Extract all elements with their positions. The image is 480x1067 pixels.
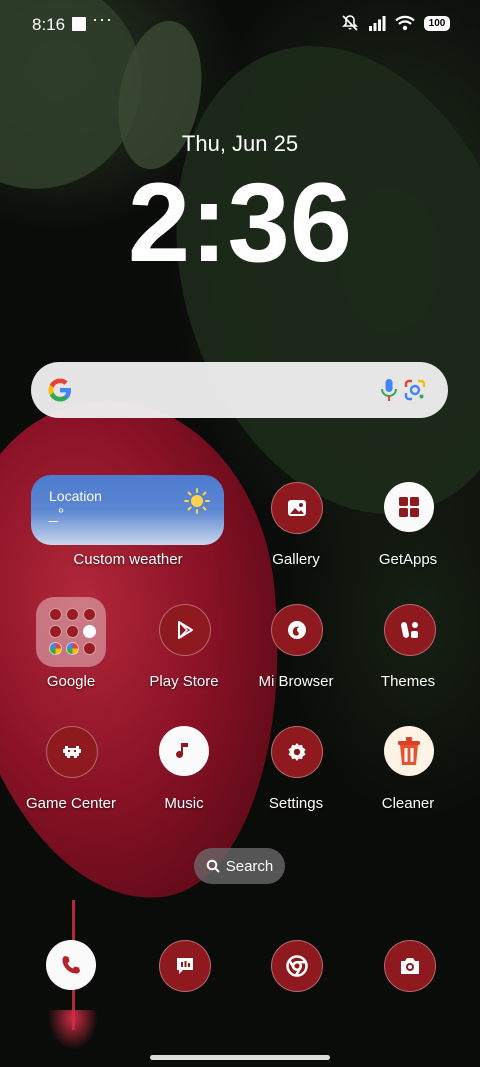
phone-icon xyxy=(62,956,80,974)
gear-icon xyxy=(288,743,306,761)
label-gallery: Gallery xyxy=(272,551,320,568)
app-getapps[interactable] xyxy=(384,482,434,532)
trash-bin-icon xyxy=(398,737,420,765)
app-game-center[interactable] xyxy=(46,726,98,778)
label-settings: Settings xyxy=(268,795,324,812)
drive-mini-icon xyxy=(83,608,96,621)
mute-icon xyxy=(342,15,358,31)
chrome-mini-icon xyxy=(49,642,62,655)
app-gallery[interactable] xyxy=(271,482,323,534)
duo-mini-icon xyxy=(66,625,79,638)
play-store-icon xyxy=(178,621,193,639)
weather-widget[interactable]: Location _° xyxy=(31,475,224,545)
youtube-mini-icon xyxy=(49,625,62,638)
dock-chrome[interactable] xyxy=(271,940,323,992)
chrome-icon xyxy=(286,955,308,977)
game-center-icon xyxy=(63,746,81,758)
weather-location: Location xyxy=(49,488,102,504)
weather-condition: _° xyxy=(49,506,65,523)
dock-phone[interactable] xyxy=(46,940,96,990)
google-g-icon xyxy=(48,378,71,402)
dock-messages[interactable] xyxy=(159,940,211,992)
camera-icon xyxy=(401,958,419,974)
wifi-icon xyxy=(395,15,415,31)
maps-mini-icon xyxy=(66,608,79,621)
lockscreen-clock: 2:36 xyxy=(127,160,353,285)
label-mi-browser: Mi Browser xyxy=(258,673,334,690)
label-getapps: GetApps xyxy=(378,551,438,568)
signal-icon xyxy=(369,16,386,31)
label-play-store: Play Store xyxy=(149,673,219,690)
label-game-center: Game Center xyxy=(25,795,117,812)
gesture-home-bar[interactable] xyxy=(150,1055,330,1060)
app-search-label: Search xyxy=(225,857,274,875)
label-cleaner: Cleaner xyxy=(381,795,435,812)
app-play-store[interactable] xyxy=(159,604,211,656)
app-cleaner[interactable] xyxy=(384,726,434,776)
google-folder[interactable] xyxy=(36,597,106,667)
status-bar: 8:16 ··· 100 xyxy=(0,0,480,48)
music-note-icon xyxy=(176,743,188,758)
google-mini-icon xyxy=(66,642,79,655)
app-search-button[interactable]: Search xyxy=(194,848,285,884)
google-lens-icon[interactable] xyxy=(403,378,427,402)
notification-square-icon xyxy=(72,17,86,31)
wallpaper-stamen xyxy=(48,1010,98,1050)
battery-icon: 100 xyxy=(424,15,450,31)
files-mini-icon xyxy=(83,642,96,655)
status-icons: 100 xyxy=(341,14,450,32)
app-mi-browser[interactable] xyxy=(271,604,323,656)
voice-search-icon[interactable] xyxy=(378,378,400,402)
lockscreen-date: Thu, Jun 25 xyxy=(181,131,299,156)
label-music: Music xyxy=(164,795,204,812)
google-search-bar[interactable] xyxy=(31,362,448,418)
photos-mini-icon xyxy=(83,625,96,638)
mi-browser-icon xyxy=(288,621,306,639)
themes-icon xyxy=(400,622,418,638)
app-music[interactable] xyxy=(159,726,209,776)
search-icon xyxy=(206,859,220,873)
gmail-mini-icon xyxy=(49,608,62,621)
gallery-icon xyxy=(288,500,306,516)
app-settings[interactable] xyxy=(271,726,323,778)
getapps-icon xyxy=(399,497,419,517)
label-themes: Themes xyxy=(380,673,436,690)
dock-camera[interactable] xyxy=(384,940,436,992)
sun-icon xyxy=(184,488,210,514)
messages-icon xyxy=(177,958,193,974)
status-time: 8:16 xyxy=(32,15,66,34)
weather-widget-label: Custom weather xyxy=(73,551,183,568)
app-themes[interactable] xyxy=(384,604,436,656)
label-google: Google xyxy=(46,673,96,690)
more-notifications-indicator: ··· xyxy=(92,9,113,29)
